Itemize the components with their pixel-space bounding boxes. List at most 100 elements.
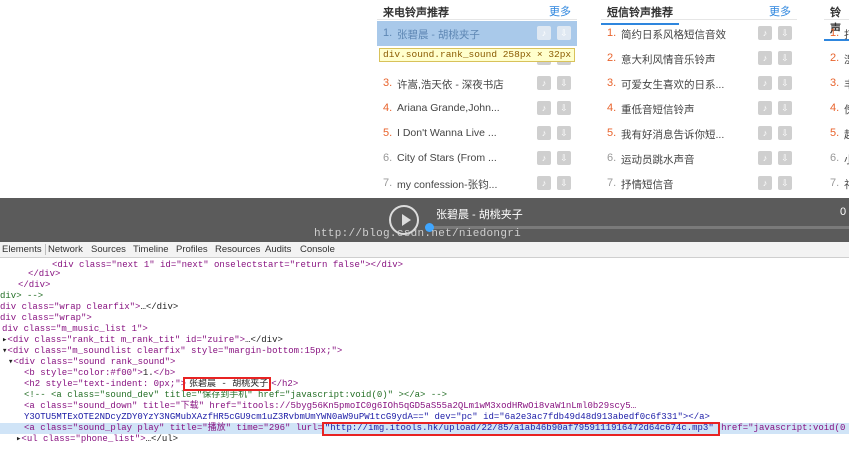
headphone-icon[interactable]: ♪	[537, 76, 551, 90]
code-line[interactable]: div class="wrap">	[0, 313, 92, 324]
download-icon[interactable]: ⇩	[778, 101, 792, 115]
list-item[interactable]: 6. City of Stars (From ... ♪ ⇩	[377, 146, 577, 171]
list-item[interactable]: 5. 我有好消息告诉你短... ♪ ⇩	[601, 121, 797, 146]
list-item-title[interactable]: 丰	[844, 77, 849, 92]
list-item[interactable]: 7. 抒情短信音 ♪ ⇩	[601, 171, 797, 196]
list-item-title[interactable]: I Don't Wanna Live ...	[397, 127, 507, 139]
tab-profiles[interactable]: Profiles	[176, 244, 208, 255]
download-icon[interactable]: ⇩	[778, 26, 792, 40]
code-line[interactable]: <b style="color:#f00">1.</b>	[24, 368, 175, 379]
list-item-title[interactable]: 运动员跳水声音	[621, 152, 731, 167]
list-item-number: 6.	[383, 152, 393, 164]
list-item-number: 7.	[383, 177, 393, 189]
list-item-title[interactable]: 湿	[844, 52, 849, 67]
tab-network[interactable]: Network	[48, 244, 83, 255]
code-line[interactable]: div> -->	[0, 291, 43, 302]
list-item[interactable]: 1. 打	[824, 21, 849, 46]
tab-sources[interactable]: Sources	[91, 244, 126, 255]
list-item[interactable]: 1. 简约日系风格短信音效 ♪ ⇩	[601, 21, 797, 46]
list-item-title[interactable]: Ariana Grande,John...	[397, 102, 507, 114]
list-item[interactable]: 6. 小	[824, 146, 849, 171]
download-glyph: ⇩	[781, 53, 789, 63]
headphone-icon[interactable]: ♪	[758, 76, 772, 90]
list-item[interactable]: 6. 运动员跳水声音 ♪ ⇩	[601, 146, 797, 171]
tab-console[interactable]: Console	[300, 244, 335, 255]
download-icon[interactable]: ⇩	[557, 176, 571, 190]
ringtone-more-link[interactable]: 更多	[549, 3, 571, 19]
code-line[interactable]: <div class="next 1" id="next" onselectst…	[52, 260, 403, 271]
list-item[interactable]: 4. 傀	[824, 96, 849, 121]
list-item[interactable]: 4. 重低音短信铃声 ♪ ⇩	[601, 96, 797, 121]
download-icon[interactable]: ⇩	[557, 26, 571, 40]
headphone-icon[interactable]: ♪	[537, 26, 551, 40]
code-line[interactable]: ▾<div class="sound rank_sound">	[8, 357, 175, 368]
download-icon[interactable]: ⇩	[778, 176, 792, 190]
list-item[interactable]: 7. my confession-张钧... ♪ ⇩	[377, 171, 577, 196]
list-item-title[interactable]: 打	[844, 27, 849, 42]
tab-resources[interactable]: Resources	[215, 244, 260, 255]
code-line[interactable]: <a class="sound_down" title="下载" href="i…	[24, 401, 636, 412]
list-item-title[interactable]: 礼	[844, 177, 849, 192]
download-icon[interactable]: ⇩	[778, 151, 792, 165]
list-item-title[interactable]: 张碧晨 - 胡桃夹子	[397, 27, 507, 42]
list-item[interactable]: 7. 礼	[824, 171, 849, 196]
list-item-number: 1.	[607, 27, 617, 39]
code-text: <div class="m_soundlist clearfix" style=…	[7, 346, 343, 356]
code-line[interactable]: <!-- <a class="sound_dev" title="保存到手机" …	[24, 390, 447, 401]
list-item[interactable]: 1. 张碧晨 - 胡桃夹子 ♪ ⇩	[377, 21, 577, 46]
element-inspector-tooltip: div.sound.rank_sound 258px × 32px	[379, 48, 576, 62]
headphone-icon[interactable]: ♪	[758, 101, 772, 115]
list-item[interactable]: 2. 湿	[824, 46, 849, 71]
headphone-icon[interactable]: ♪	[758, 151, 772, 165]
list-item-title[interactable]: 傀	[844, 102, 849, 117]
code-line[interactable]: div class="m_music_list 1">	[2, 324, 148, 335]
headphone-icon[interactable]: ♪	[758, 26, 772, 40]
headphone-glyph: ♪	[762, 103, 768, 113]
list-item-title[interactable]: 可爱女生喜欢的日系...	[621, 77, 731, 92]
download-icon[interactable]: ⇩	[557, 101, 571, 115]
list-item-title[interactable]: my confession-张钧...	[397, 177, 507, 192]
code-line[interactable]: ▸<div class="rank_tit m_rank_tit" id="zu…	[2, 335, 283, 346]
list-item[interactable]: 5. I Don't Wanna Live ... ♪ ⇩	[377, 121, 577, 146]
sms-panel-header: 短信铃声推荐 更多	[601, 0, 797, 25]
headphone-icon[interactable]: ♪	[758, 51, 772, 65]
list-item-title[interactable]: 起	[844, 127, 849, 142]
list-item[interactable]: 3. 丰	[824, 71, 849, 96]
tab-audits[interactable]: Audits	[265, 244, 291, 255]
download-icon[interactable]: ⇩	[557, 76, 571, 90]
headphone-icon[interactable]: ♪	[537, 176, 551, 190]
code-line[interactable]: </div>	[18, 280, 50, 291]
list-item[interactable]: 3. 可爱女生喜欢的日系... ♪ ⇩	[601, 71, 797, 96]
headphone-icon[interactable]: ♪	[537, 101, 551, 115]
list-item-title[interactable]: 我有好消息告诉你短...	[621, 127, 731, 142]
list-item[interactable]: 4. Ariana Grande,John... ♪ ⇩	[377, 96, 577, 121]
list-item-title[interactable]: 许嵩,浩天依 - 深夜书店	[397, 77, 507, 92]
sms-more-link[interactable]: 更多	[769, 3, 791, 19]
headphone-icon[interactable]: ♪	[758, 126, 772, 140]
tab-timeline[interactable]: Timeline	[133, 244, 169, 255]
download-icon[interactable]: ⇩	[778, 51, 792, 65]
code-line[interactable]: </div>	[28, 269, 60, 280]
headphone-icon[interactable]: ♪	[537, 126, 551, 140]
download-icon[interactable]: ⇩	[557, 126, 571, 140]
list-item-title[interactable]: 意大利风情音乐铃声	[621, 52, 731, 67]
list-item[interactable]: 3. 许嵩,浩天依 - 深夜书店 ♪ ⇩	[377, 71, 577, 96]
headphone-icon[interactable]: ♪	[758, 176, 772, 190]
list-item[interactable]: 2. 意大利风情音乐铃声 ♪ ⇩	[601, 46, 797, 71]
code-line[interactable]: div class="wrap clearfix">…</div>	[0, 302, 178, 313]
download-icon[interactable]: ⇩	[557, 151, 571, 165]
headphone-icon[interactable]: ♪	[537, 151, 551, 165]
list-item-title[interactable]: 重低音短信铃声	[621, 102, 731, 117]
tab-elements[interactable]: Elements	[2, 244, 42, 255]
list-item-number: 1.	[830, 27, 840, 39]
download-icon[interactable]: ⇩	[778, 126, 792, 140]
list-item-title[interactable]: City of Stars (From ...	[397, 152, 507, 164]
list-item[interactable]: 5. 起	[824, 121, 849, 146]
code-line[interactable]: ▾<div class="m_soundlist clearfix" style…	[2, 346, 342, 357]
list-item-title[interactable]: 简约日系风格短信音效	[621, 27, 731, 42]
download-icon[interactable]: ⇩	[778, 76, 792, 90]
list-item-title[interactable]: 抒情短信音	[621, 177, 731, 192]
code-line[interactable]: ▸<ul class="phone_list">…</ul>	[16, 434, 178, 445]
list-item-title[interactable]: 小	[844, 152, 849, 167]
code-text: 1.	[142, 368, 154, 378]
